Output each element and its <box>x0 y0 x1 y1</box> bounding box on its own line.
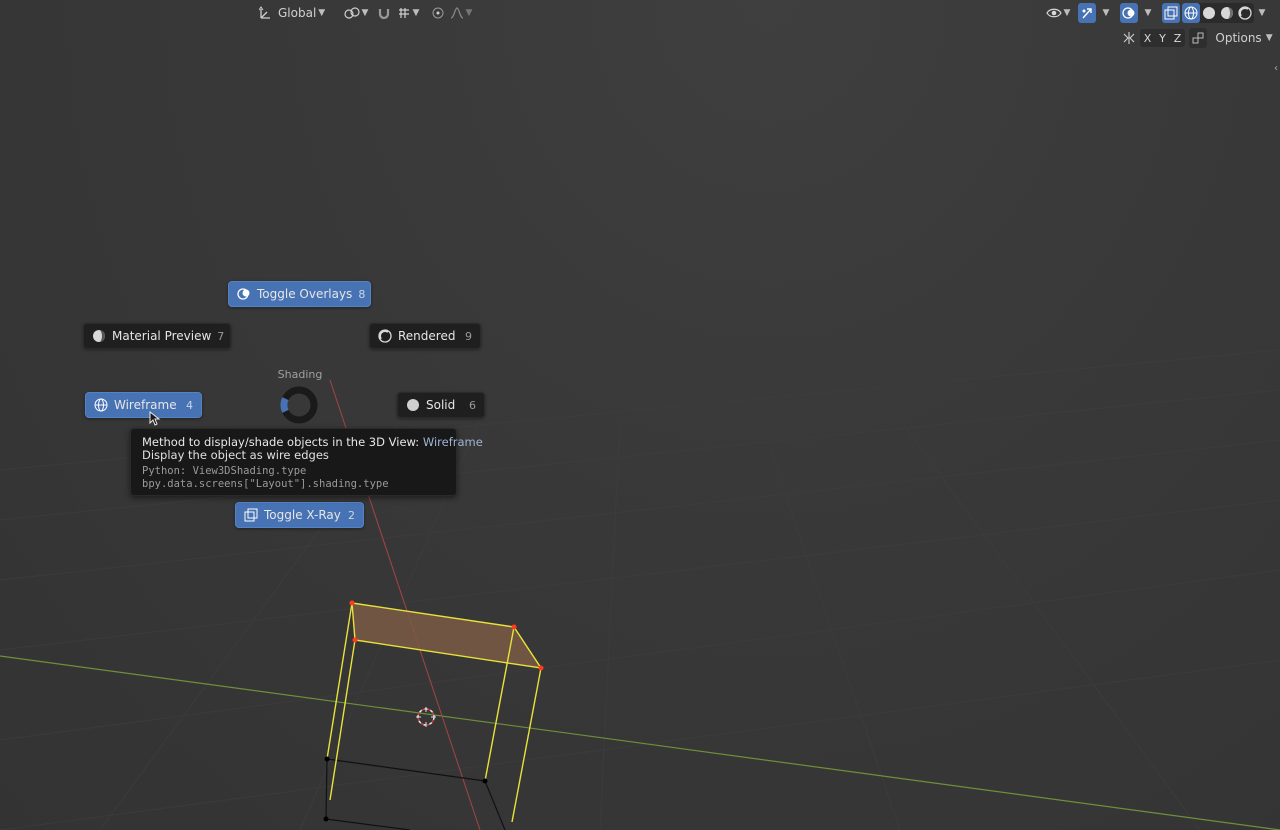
toggle-xray-button[interactable]: Toggle X-Ray 2 <box>235 502 364 528</box>
merge-icon <box>1192 32 1204 44</box>
eye-icon <box>1045 8 1062 18</box>
xray-icon <box>1164 6 1178 20</box>
material-preview-button[interactable]: Material Preview 7 <box>83 323 231 349</box>
gizmo-dropdown[interactable]: ▼ <box>1098 3 1112 23</box>
tooltip: Method to display/shade objects in the 3… <box>130 428 483 496</box>
header-left-tools: Global ▼ ▼ ▼ ▼ <box>255 2 475 24</box>
tooltip-python: Python: View3DShading.type <box>142 465 307 477</box>
overlays-icon <box>237 287 251 301</box>
shading-wireframe-button[interactable] <box>1182 3 1200 23</box>
xray-icon <box>244 508 258 522</box>
pie-menu-title: Shading <box>277 368 323 381</box>
rendered-button[interactable]: Rendered 9 <box>369 323 481 349</box>
overlays-toggle[interactable] <box>1120 3 1138 23</box>
orientation-icon <box>259 6 270 19</box>
material-preview-shortcut: 7 <box>217 329 225 343</box>
material-sphere-icon <box>92 329 106 343</box>
chevron-down-icon: ▼ <box>465 8 473 18</box>
chevron-down-icon: ▼ <box>1063 8 1071 18</box>
toggle-overlays-shortcut: 8 <box>358 287 366 301</box>
shading-solid-button[interactable] <box>1200 3 1218 23</box>
solid-label: Solid <box>426 398 456 412</box>
wireframe-button[interactable]: Wireframe 4 <box>85 392 202 418</box>
snap-target-dropdown[interactable]: ▼ <box>395 3 421 23</box>
toggle-overlays-label: Toggle Overlays <box>257 287 353 301</box>
chevron-down-icon: ▼ <box>1258 8 1266 18</box>
overlays-dropdown[interactable]: ▼ <box>1140 3 1154 23</box>
solid-button[interactable]: Solid 6 <box>397 392 485 418</box>
rendered-shortcut: 9 <box>465 329 472 343</box>
chevron-down-icon: ▼ <box>1102 8 1110 18</box>
falloff-dropdown[interactable]: ▼ <box>449 3 473 23</box>
snap-grid-icon <box>398 8 409 18</box>
wireframe-label: Wireframe <box>114 398 177 412</box>
shading-dropdown[interactable]: ▼ <box>1254 3 1268 23</box>
xray-toggle[interactable] <box>1162 3 1180 23</box>
chevron-down-icon: ▼ <box>1144 8 1152 18</box>
mouse-cursor-icon <box>149 411 161 426</box>
mirror-toggle[interactable] <box>1120 28 1138 48</box>
gizmo-icon <box>1082 8 1092 19</box>
overlays-icon <box>1122 7 1135 19</box>
falloff-curve-icon <box>450 7 463 19</box>
options-dropdown[interactable]: Options ▼ <box>1215 28 1273 48</box>
orientation-label: Global <box>278 6 317 20</box>
chevron-down-icon: ▼ <box>361 8 369 18</box>
pivot-icon <box>343 7 360 19</box>
tooltip-data-path: bpy.data.screens["Layout"].shading.type <box>142 478 389 490</box>
header-second-row: X Y Z Options ▼ <box>1120 27 1275 49</box>
proportional-icon <box>432 7 444 19</box>
solid-sphere-icon <box>406 398 420 412</box>
shading-rendered-button[interactable] <box>1236 3 1254 23</box>
gizmo-toggle[interactable] <box>1078 3 1096 23</box>
chevron-down-icon: ▼ <box>412 8 420 18</box>
tooltip-value: Wireframe <box>422 435 483 449</box>
header-right-tools: ▼ ▼ ▼ ▼ <box>1044 2 1270 24</box>
solid-shortcut: 6 <box>469 398 476 412</box>
transform-orientation-dropdown[interactable]: Global ▼ <box>255 3 335 23</box>
wireframe-globe-icon <box>94 398 108 412</box>
magnet-icon <box>378 9 390 20</box>
material-preview-label: Material Preview <box>112 329 212 343</box>
shading-material-button[interactable] <box>1218 3 1236 23</box>
tooltip-description: Method to display/shade objects in the 3… <box>142 435 423 449</box>
toggle-xray-label: Toggle X-Ray <box>264 508 341 522</box>
snap-toggle[interactable] <box>375 3 393 23</box>
toggle-overlays-button[interactable]: Toggle Overlays 8 <box>228 281 371 307</box>
material-sphere-icon <box>1221 7 1233 19</box>
axis-toggle-group: X Y Z <box>1140 29 1185 47</box>
options-label: Options <box>1215 31 1262 45</box>
rendered-sphere-icon <box>378 329 392 343</box>
proportional-edit-toggle[interactable] <box>429 3 447 23</box>
solid-sphere-icon <box>1203 7 1215 19</box>
sidebar-collapse-arrow[interactable]: ‹ <box>1274 63 1278 74</box>
rendered-label: Rendered <box>398 329 456 343</box>
tooltip-line-2: Display the object as wire edges <box>142 448 329 462</box>
shading-mode-group <box>1182 3 1254 23</box>
rendered-sphere-icon <box>1238 6 1252 20</box>
wireframe-globe-icon <box>1184 6 1198 20</box>
chevron-down-icon: ▼ <box>1265 33 1273 43</box>
pie-direction-ring <box>280 386 318 424</box>
3d-cursor-icon[interactable] <box>416 707 436 727</box>
chevron-down-icon: ▼ <box>318 8 326 18</box>
axis-x-toggle[interactable]: X <box>1140 29 1155 47</box>
wireframe-shortcut: 4 <box>186 398 193 412</box>
pivot-point-dropdown[interactable]: ▼ <box>343 3 369 23</box>
y-axis-line <box>0 655 1280 830</box>
mirror-icon <box>1123 32 1135 44</box>
axis-z-toggle[interactable]: Z <box>1170 29 1185 47</box>
toggle-xray-shortcut: 2 <box>348 508 355 522</box>
axis-y-toggle[interactable]: Y <box>1155 29 1170 47</box>
visibility-dropdown[interactable]: ▼ <box>1044 3 1072 23</box>
auto-merge-toggle[interactable] <box>1189 28 1207 48</box>
